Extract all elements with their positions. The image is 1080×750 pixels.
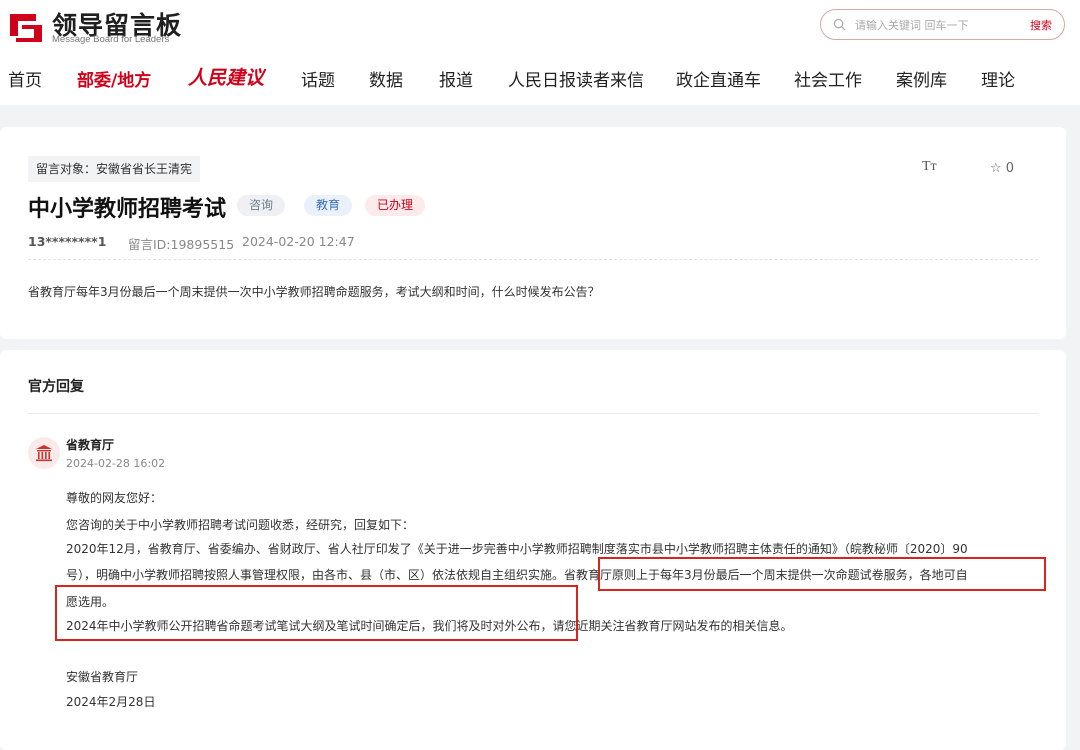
- logo-icon: [10, 14, 42, 42]
- message-author: 13********1: [28, 234, 107, 249]
- message-title: 中小学教师招聘考试: [28, 197, 227, 222]
- reply-date: 2024-02-28 16:02: [66, 457, 166, 470]
- nav-people-suggestions[interactable]: 人民建议: [188, 63, 264, 90]
- tag-consult: 咨询: [237, 195, 286, 216]
- nav-social-work[interactable]: 社会工作: [794, 66, 862, 91]
- reply-line: 2020年12月，省教育厅、省委编办、省财政厅、省人社厅印发了《关于进一步完善中…: [66, 542, 968, 556]
- font-size-icon[interactable]: Tт: [922, 159, 937, 175]
- avatar: [28, 437, 60, 469]
- reply-line: 您咨询的关于中小学教师招聘考试问题收悉，经研究，回复如下：: [66, 518, 415, 532]
- search-box: 搜索: [820, 9, 1065, 40]
- nav-home[interactable]: 首页: [8, 66, 42, 91]
- nav-reader-letters[interactable]: 人民日报读者来信: [508, 66, 644, 91]
- government-building-icon: [36, 445, 52, 462]
- reply-line: 尊敬的网友您好：: [66, 491, 163, 505]
- nav-reports[interactable]: 报道: [439, 66, 473, 91]
- search-input[interactable]: [855, 15, 1005, 35]
- reply-sign-date: 2024年2月28日: [66, 695, 156, 709]
- message-date: 2024-02-20 12:47: [242, 234, 355, 249]
- reply-signature: 安徽省教育厅: [66, 670, 139, 684]
- nav-cases[interactable]: 案例库: [896, 66, 947, 91]
- nav-data[interactable]: 数据: [369, 66, 403, 91]
- divider: [28, 413, 1038, 414]
- nav-ministries-local[interactable]: 部委/地方: [77, 66, 151, 91]
- nav-gov-enterprise[interactable]: 政企直通车: [676, 66, 761, 91]
- reply-section-title: 官方回复: [28, 379, 84, 395]
- highlight-box: [598, 557, 1046, 591]
- status-badge: 已办理: [365, 195, 426, 216]
- star-icon: ☆: [990, 161, 1002, 176]
- message-id: 留言ID:19895515: [128, 237, 235, 252]
- message-target: 留言对象：安徽省省长王清宪: [28, 156, 201, 182]
- nav-theory[interactable]: 理论: [981, 66, 1015, 91]
- star-count: 0: [1005, 161, 1015, 176]
- message-content: 省教育厅每年3月份最后一个周末提供一次中小学教师招聘命题服务，考试大纲和时间，什…: [28, 285, 600, 299]
- nav-topics[interactable]: 话题: [301, 66, 335, 91]
- top-header: 领导留言板 Message Board for Leaders 搜索 首页 部委…: [0, 0, 1080, 105]
- search-button[interactable]: 搜索: [1030, 17, 1052, 33]
- highlight-box: [55, 585, 578, 641]
- tag-education: 教育: [304, 195, 353, 216]
- logo-subtitle: Message Board for Leaders: [52, 34, 170, 45]
- favorite-button[interactable]: ☆ 0: [990, 161, 1014, 176]
- divider: [28, 259, 1038, 260]
- main-nav: 首页 部委/地方 人民建议 话题 数据 报道 人民日报读者来信 政企直通车 社会…: [0, 66, 1080, 96]
- reply-org-name: 省教育厅: [66, 438, 115, 452]
- search-icon: [833, 18, 846, 31]
